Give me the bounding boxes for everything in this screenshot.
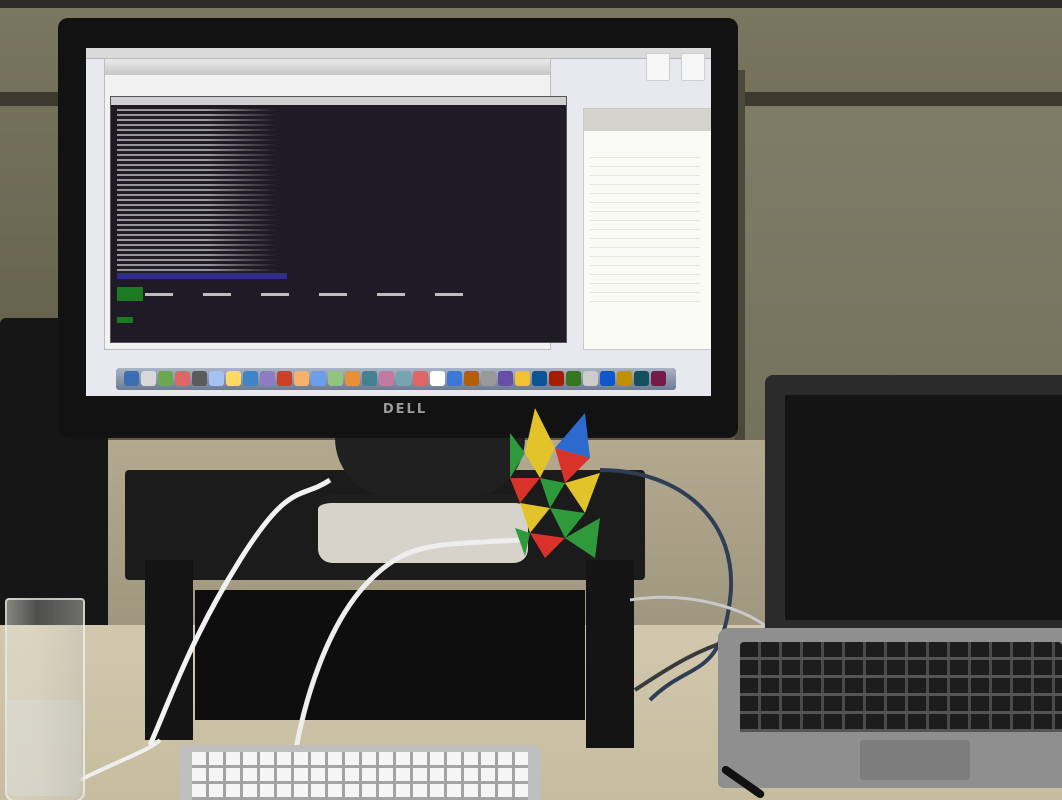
laptop-touchpad	[860, 740, 970, 780]
drinking-glass	[5, 598, 85, 800]
desk-photo: DELL	[0, 0, 1062, 800]
laptop-keyboard	[740, 642, 1062, 732]
keyboard-keys	[192, 752, 528, 800]
colorful-puzzle-toy	[510, 408, 600, 558]
laptop-screen	[785, 395, 1062, 620]
